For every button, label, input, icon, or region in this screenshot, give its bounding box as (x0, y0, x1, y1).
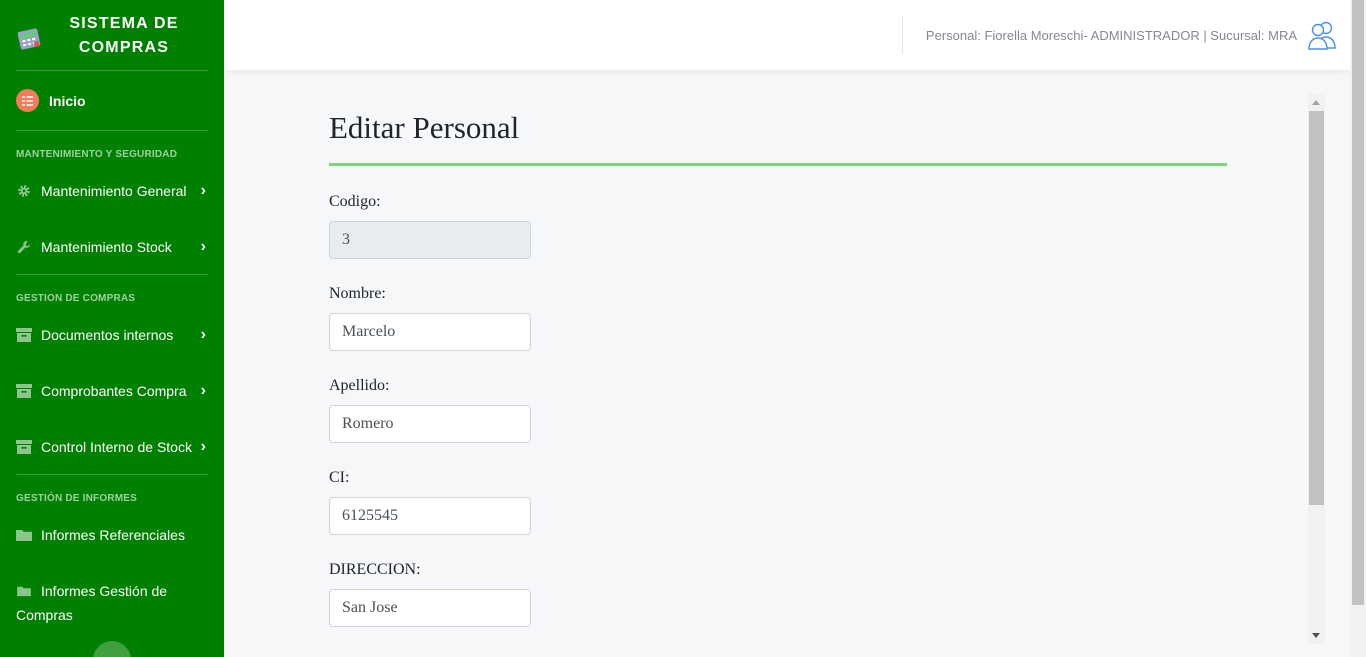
users-icon[interactable] (1306, 19, 1338, 51)
nombre-label: Nombre: (329, 285, 386, 302)
sidebar-divider (16, 130, 208, 131)
section-heading: MANTENIMIENTO Y SEGURIDAD (16, 149, 178, 160)
sidebar-item-informes-gestion[interactable]: Informes Gestión de Compras (16, 579, 208, 627)
sidebar-toggle-button[interactable] (93, 641, 131, 657)
scrollbar-thumb[interactable] (1309, 111, 1324, 505)
archive-box-icon (16, 328, 32, 342)
chevron-right-icon: › (200, 326, 206, 343)
brand-title: SISTEMA DE COMPRAS (56, 12, 192, 60)
chevron-right-icon: › (200, 182, 206, 199)
sidebar-item-label: Informes Referenciales (41, 527, 185, 543)
sidebar-item-label: Control Interno de Stock (41, 439, 192, 455)
scroll-down-arrow-icon[interactable] (1312, 633, 1320, 638)
section-heading: GESTION DE COMPRAS (16, 293, 136, 304)
wrench-icon (17, 240, 31, 254)
brand[interactable]: SISTEMA DE COMPRAS (16, 0, 208, 71)
page-scrollbar[interactable] (1350, 0, 1366, 657)
apellido-label: Apellido: (329, 377, 390, 394)
topbar-divider (902, 16, 903, 54)
sidebar-item-label: Mantenimiento General (41, 183, 187, 199)
sidebar-divider (16, 474, 208, 475)
scrollbar-thumb[interactable] (1352, 0, 1364, 605)
page-title: Editar Personal (329, 110, 520, 145)
calculator-icon (17, 28, 41, 50)
sidebar-item-label: Inicio (49, 93, 86, 109)
folder-icon (16, 530, 32, 541)
gear-icon (18, 185, 30, 197)
archive-box-icon (16, 384, 32, 398)
direccion-label: DIRECCION: (329, 561, 421, 578)
brand-line-1: SISTEMA DE (69, 15, 179, 32)
ci-field[interactable] (329, 497, 531, 535)
ci-label: CI: (329, 469, 350, 486)
sidebar-divider (16, 274, 208, 275)
archive-box-icon (16, 440, 32, 454)
sidebar-item-label: Documentos internos (41, 327, 174, 343)
sidebar-item-label: Informes Gestión de Compras (16, 583, 168, 623)
section-heading: GESTIÓN DE INFORMES (16, 493, 138, 504)
sidebar: SISTEMA DE COMPRAS Inicio MANTENIMIENTO … (0, 0, 224, 657)
title-underline (329, 163, 1227, 166)
codigo-label: Codigo: (329, 193, 381, 210)
sidebar-item-label: Mantenimiento Stock (41, 239, 172, 255)
chevron-right-icon: › (200, 382, 206, 399)
brand-line-2: COMPRAS (78, 39, 170, 56)
home-dashboard-icon (16, 89, 39, 112)
apellido-field[interactable] (329, 405, 531, 443)
direccion-field[interactable] (329, 589, 531, 627)
chevron-right-icon: › (200, 438, 206, 455)
content-scrollbar[interactable] (1308, 94, 1325, 644)
scroll-up-arrow-icon[interactable] (1312, 100, 1320, 105)
folder-icon (17, 586, 31, 597)
user-info[interactable]: Personal: Fiorella Moreschi- ADMINISTRAD… (926, 28, 1297, 43)
codigo-field[interactable] (329, 221, 531, 259)
sidebar-item-label: Comprobantes Compra (41, 383, 187, 399)
nombre-field[interactable] (329, 313, 531, 351)
chevron-right-icon: › (200, 238, 206, 255)
